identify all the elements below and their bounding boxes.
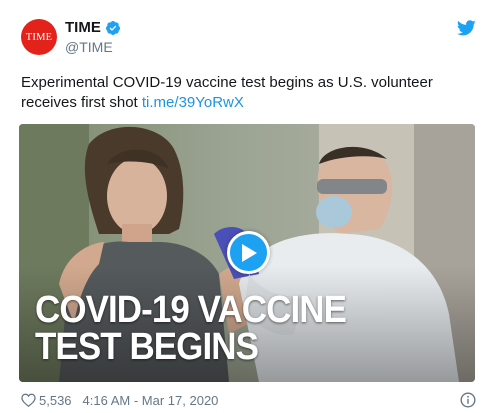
- tweet-footer: 5,536 4:16 AM - Mar 17, 2020: [21, 391, 476, 409]
- avatar-logo-text: TIME: [25, 31, 53, 43]
- video-card[interactable]: COVID-19 VACCINE TEST BEGINS: [19, 124, 475, 382]
- display-name[interactable]: TIME: [65, 18, 121, 37]
- play-button[interactable]: [227, 231, 270, 274]
- headline-line-1: COVID-19 VACCINE: [35, 289, 347, 331]
- handle[interactable]: @TIME: [65, 38, 121, 56]
- timestamp[interactable]: 4:16 AM - Mar 17, 2020: [83, 393, 219, 408]
- video-headline: COVID-19 VACCINE TEST BEGINS: [35, 289, 431, 368]
- twitter-bird-icon[interactable]: [457, 20, 476, 36]
- tweet-text: Experimental COVID-19 vaccine test begin…: [21, 73, 476, 113]
- verified-badge-icon: [105, 20, 120, 35]
- play-icon: [241, 243, 257, 262]
- heart-icon[interactable]: [21, 393, 36, 407]
- like-count[interactable]: 5,536: [39, 393, 72, 408]
- account-names[interactable]: TIME @TIME: [65, 18, 121, 56]
- display-name-text: TIME: [65, 19, 101, 36]
- tweet-link[interactable]: ti.me/39YoRwX: [142, 94, 244, 111]
- info-icon[interactable]: [460, 392, 476, 408]
- tweet-header: TIME TIME @TIME: [21, 17, 476, 61]
- avatar[interactable]: TIME: [21, 19, 57, 55]
- headline-line-2: TEST BEGINS: [35, 326, 259, 368]
